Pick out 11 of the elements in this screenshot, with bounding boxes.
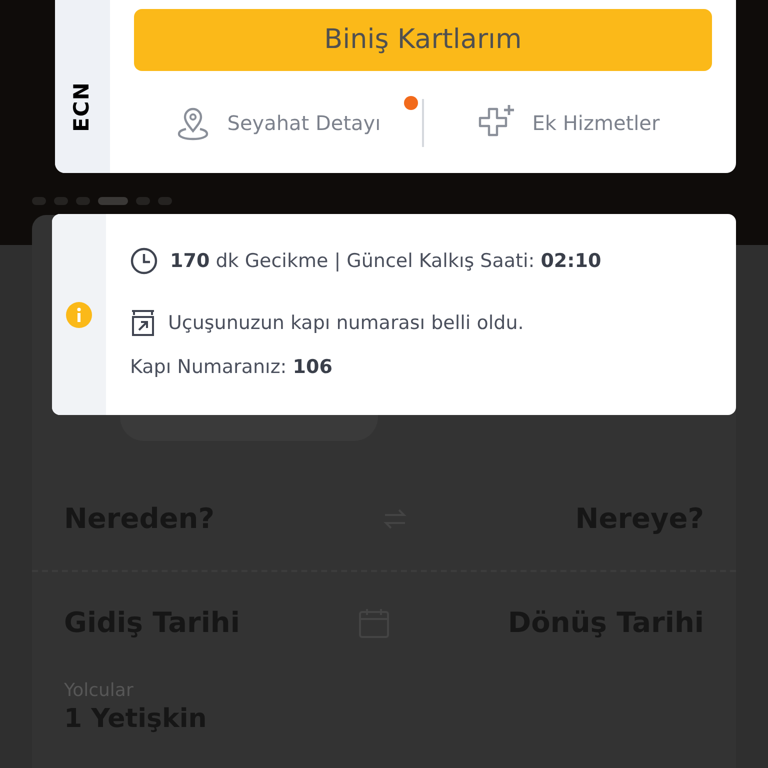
- info-icon: [66, 302, 92, 328]
- boarding-passes-button[interactable]: Biniş Kartlarım: [134, 9, 712, 71]
- notice-text: Kapı Numaranız: 106: [130, 355, 332, 380]
- gate-icon: [130, 309, 156, 337]
- notice-text: Uçuşunuzun kapı numarası belli oldu.: [168, 311, 524, 336]
- notice-text: 170 dk Gecikme | Güncel Kalkış Saati: 02:10: [170, 249, 602, 274]
- cabin-code: ECN: [68, 81, 95, 132]
- nav-link[interactable]: Seyahat Detayı: [134, 100, 422, 146]
- trip-type-tab[interactable]: [120, 415, 378, 441]
- nav-link[interactable]: Ek Hizmetler: [424, 100, 712, 146]
- clock-icon: [130, 247, 158, 275]
